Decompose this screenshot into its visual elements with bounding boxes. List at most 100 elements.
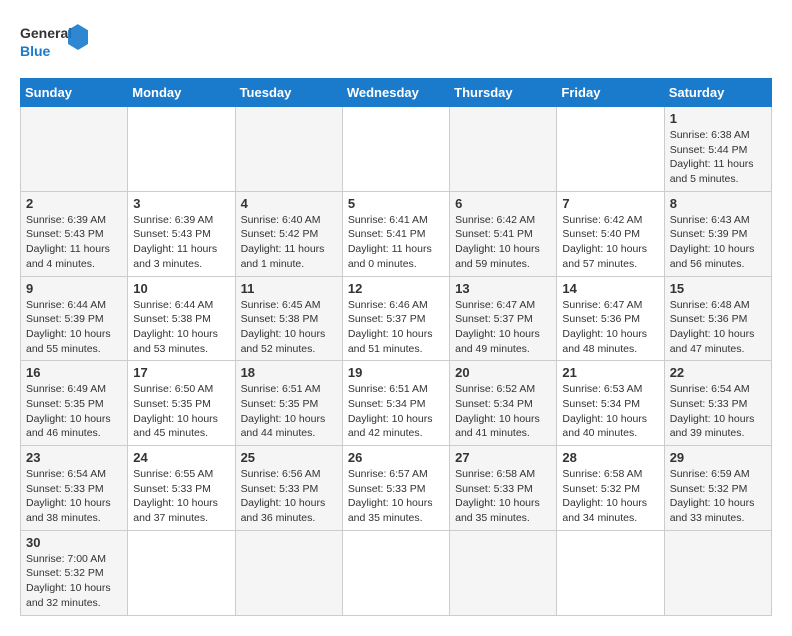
day-info: Sunrise: 6:57 AM Sunset: 5:33 PM Dayligh… [348, 467, 444, 526]
day-number: 27 [455, 450, 551, 465]
calendar-cell [128, 530, 235, 615]
calendar-cell: 26Sunrise: 6:57 AM Sunset: 5:33 PM Dayli… [342, 446, 449, 531]
calendar-cell [128, 107, 235, 192]
day-number: 20 [455, 365, 551, 380]
calendar-cell: 7 Sunrise: 6:42 AM Sunset: 5:40 PM Daylig… [557, 191, 664, 276]
logo: General Blue [20, 20, 90, 62]
calendar-cell: 15 Sunrise: 6:48 AM Sunset: 5:36 PM Dayli… [664, 276, 771, 361]
calendar-week-6: 30 Sunrise: 7:00 AM Sunset: 5:32 PM Dayli… [21, 530, 772, 615]
calendar-cell: 20Sunrise: 6:52 AM Sunset: 5:34 PM Dayli… [450, 361, 557, 446]
calendar-week-3: 9 Sunrise: 6:44 AM Sunset: 5:39 PM Daylig… [21, 276, 772, 361]
day-number: 13 [455, 281, 551, 296]
calendar-cell: 28Sunrise: 6:58 AM Sunset: 5:32 PM Dayli… [557, 446, 664, 531]
day-number: 4 [241, 196, 337, 211]
calendar-cell [557, 107, 664, 192]
calendar-cell: 5Sunrise: 6:41 AM Sunset: 5:41 PM Daylig… [342, 191, 449, 276]
calendar-cell [664, 530, 771, 615]
day-number: 22 [670, 365, 766, 380]
day-info: Sunrise: 6:51 AM Sunset: 5:34 PM Dayligh… [348, 382, 444, 441]
calendar-cell [235, 107, 342, 192]
calendar-cell: 17Sunrise: 6:50 AM Sunset: 5:35 PM Dayli… [128, 361, 235, 446]
calendar-table: SundayMondayTuesdayWednesdayThursdayFrid… [20, 78, 772, 616]
calendar-cell: 6Sunrise: 6:42 AM Sunset: 5:41 PM Daylig… [450, 191, 557, 276]
calendar-cell [450, 107, 557, 192]
day-number: 15 [670, 281, 766, 296]
day-info: Sunrise: 6:53 AM Sunset: 5:34 PM Dayligh… [562, 382, 658, 441]
day-number: 10 [133, 281, 229, 296]
day-number: 6 [455, 196, 551, 211]
header-row: SundayMondayTuesdayWednesdayThursdayFrid… [21, 79, 772, 107]
calendar-cell: 22 Sunrise: 6:54 AM Sunset: 5:33 PM Dayli… [664, 361, 771, 446]
day-number: 21 [562, 365, 658, 380]
calendar-cell: 29Sunrise: 6:59 AM Sunset: 5:32 PM Dayli… [664, 446, 771, 531]
day-info: Sunrise: 6:43 AM Sunset: 5:39 PM Dayligh… [670, 213, 766, 272]
calendar-cell: 14 Sunrise: 6:47 AM Sunset: 5:36 PM Dayli… [557, 276, 664, 361]
day-number: 14 [562, 281, 658, 296]
calendar-cell: 16Sunrise: 6:49 AM Sunset: 5:35 PM Dayli… [21, 361, 128, 446]
calendar-week-5: 23 Sunrise: 6:54 AM Sunset: 5:33 PM Dayli… [21, 446, 772, 531]
day-info: Sunrise: 6:40 AM Sunset: 5:42 PM Dayligh… [241, 213, 337, 272]
calendar-week-4: 16Sunrise: 6:49 AM Sunset: 5:35 PM Dayli… [21, 361, 772, 446]
day-number: 25 [241, 450, 337, 465]
day-info: Sunrise: 6:47 AM Sunset: 5:37 PM Dayligh… [455, 298, 551, 357]
calendar-cell: 25 Sunrise: 6:56 AM Sunset: 5:33 PM Dayli… [235, 446, 342, 531]
day-info: Sunrise: 7:00 AM Sunset: 5:32 PM Dayligh… [26, 552, 122, 611]
day-number: 18 [241, 365, 337, 380]
calendar-cell: 23 Sunrise: 6:54 AM Sunset: 5:33 PM Dayli… [21, 446, 128, 531]
day-info: Sunrise: 6:44 AM Sunset: 5:38 PM Dayligh… [133, 298, 229, 357]
day-info: Sunrise: 6:47 AM Sunset: 5:36 PM Dayligh… [562, 298, 658, 357]
calendar-cell [557, 530, 664, 615]
day-info: Sunrise: 6:49 AM Sunset: 5:35 PM Dayligh… [26, 382, 122, 441]
day-number: 24 [133, 450, 229, 465]
calendar-week-1: 1 Sunrise: 6:38 AM Sunset: 5:44 PM Daylig… [21, 107, 772, 192]
calendar-cell [235, 530, 342, 615]
calendar-cell: 2Sunrise: 6:39 AM Sunset: 5:43 PM Daylig… [21, 191, 128, 276]
day-number: 23 [26, 450, 122, 465]
header-day-friday: Friday [557, 79, 664, 107]
calendar-cell: 24 Sunrise: 6:55 AM Sunset: 5:33 PM Dayli… [128, 446, 235, 531]
day-number: 9 [26, 281, 122, 296]
day-info: Sunrise: 6:44 AM Sunset: 5:39 PM Dayligh… [26, 298, 122, 357]
header-day-monday: Monday [128, 79, 235, 107]
day-number: 17 [133, 365, 229, 380]
calendar-cell: 21 Sunrise: 6:53 AM Sunset: 5:34 PM Dayli… [557, 361, 664, 446]
day-info: Sunrise: 6:58 AM Sunset: 5:33 PM Dayligh… [455, 467, 551, 526]
calendar-cell [450, 530, 557, 615]
calendar-cell [21, 107, 128, 192]
calendar-cell: 30 Sunrise: 7:00 AM Sunset: 5:32 PM Dayli… [21, 530, 128, 615]
day-info: Sunrise: 6:54 AM Sunset: 5:33 PM Dayligh… [670, 382, 766, 441]
calendar-cell: 1 Sunrise: 6:38 AM Sunset: 5:44 PM Daylig… [664, 107, 771, 192]
day-number: 29 [670, 450, 766, 465]
calendar-cell [342, 107, 449, 192]
day-number: 30 [26, 535, 122, 550]
page-header: General Blue [20, 20, 772, 62]
day-info: Sunrise: 6:39 AM Sunset: 5:43 PM Dayligh… [26, 213, 122, 272]
calendar-cell: 13 Sunrise: 6:47 AM Sunset: 5:37 PM Dayli… [450, 276, 557, 361]
svg-text:General: General [20, 25, 72, 41]
calendar-cell: 11Sunrise: 6:45 AM Sunset: 5:38 PM Dayli… [235, 276, 342, 361]
svg-text:Blue: Blue [20, 43, 51, 59]
day-info: Sunrise: 6:42 AM Sunset: 5:40 PM Dayligh… [562, 213, 658, 272]
header-day-tuesday: Tuesday [235, 79, 342, 107]
header-day-thursday: Thursday [450, 79, 557, 107]
day-number: 5 [348, 196, 444, 211]
calendar-cell [342, 530, 449, 615]
header-day-saturday: Saturday [664, 79, 771, 107]
day-info: Sunrise: 6:45 AM Sunset: 5:38 PM Dayligh… [241, 298, 337, 357]
day-info: Sunrise: 6:56 AM Sunset: 5:33 PM Dayligh… [241, 467, 337, 526]
day-info: Sunrise: 6:48 AM Sunset: 5:36 PM Dayligh… [670, 298, 766, 357]
day-info: Sunrise: 6:38 AM Sunset: 5:44 PM Dayligh… [670, 128, 766, 187]
day-info: Sunrise: 6:46 AM Sunset: 5:37 PM Dayligh… [348, 298, 444, 357]
day-number: 28 [562, 450, 658, 465]
day-info: Sunrise: 6:55 AM Sunset: 5:33 PM Dayligh… [133, 467, 229, 526]
day-number: 1 [670, 111, 766, 126]
calendar-cell: 10 Sunrise: 6:44 AM Sunset: 5:38 PM Dayli… [128, 276, 235, 361]
day-info: Sunrise: 6:54 AM Sunset: 5:33 PM Dayligh… [26, 467, 122, 526]
day-number: 7 [562, 196, 658, 211]
calendar-cell: 12Sunrise: 6:46 AM Sunset: 5:37 PM Dayli… [342, 276, 449, 361]
day-number: 19 [348, 365, 444, 380]
day-info: Sunrise: 6:51 AM Sunset: 5:35 PM Dayligh… [241, 382, 337, 441]
calendar-cell: 18 Sunrise: 6:51 AM Sunset: 5:35 PM Dayli… [235, 361, 342, 446]
calendar-cell: 9 Sunrise: 6:44 AM Sunset: 5:39 PM Daylig… [21, 276, 128, 361]
header-day-sunday: Sunday [21, 79, 128, 107]
